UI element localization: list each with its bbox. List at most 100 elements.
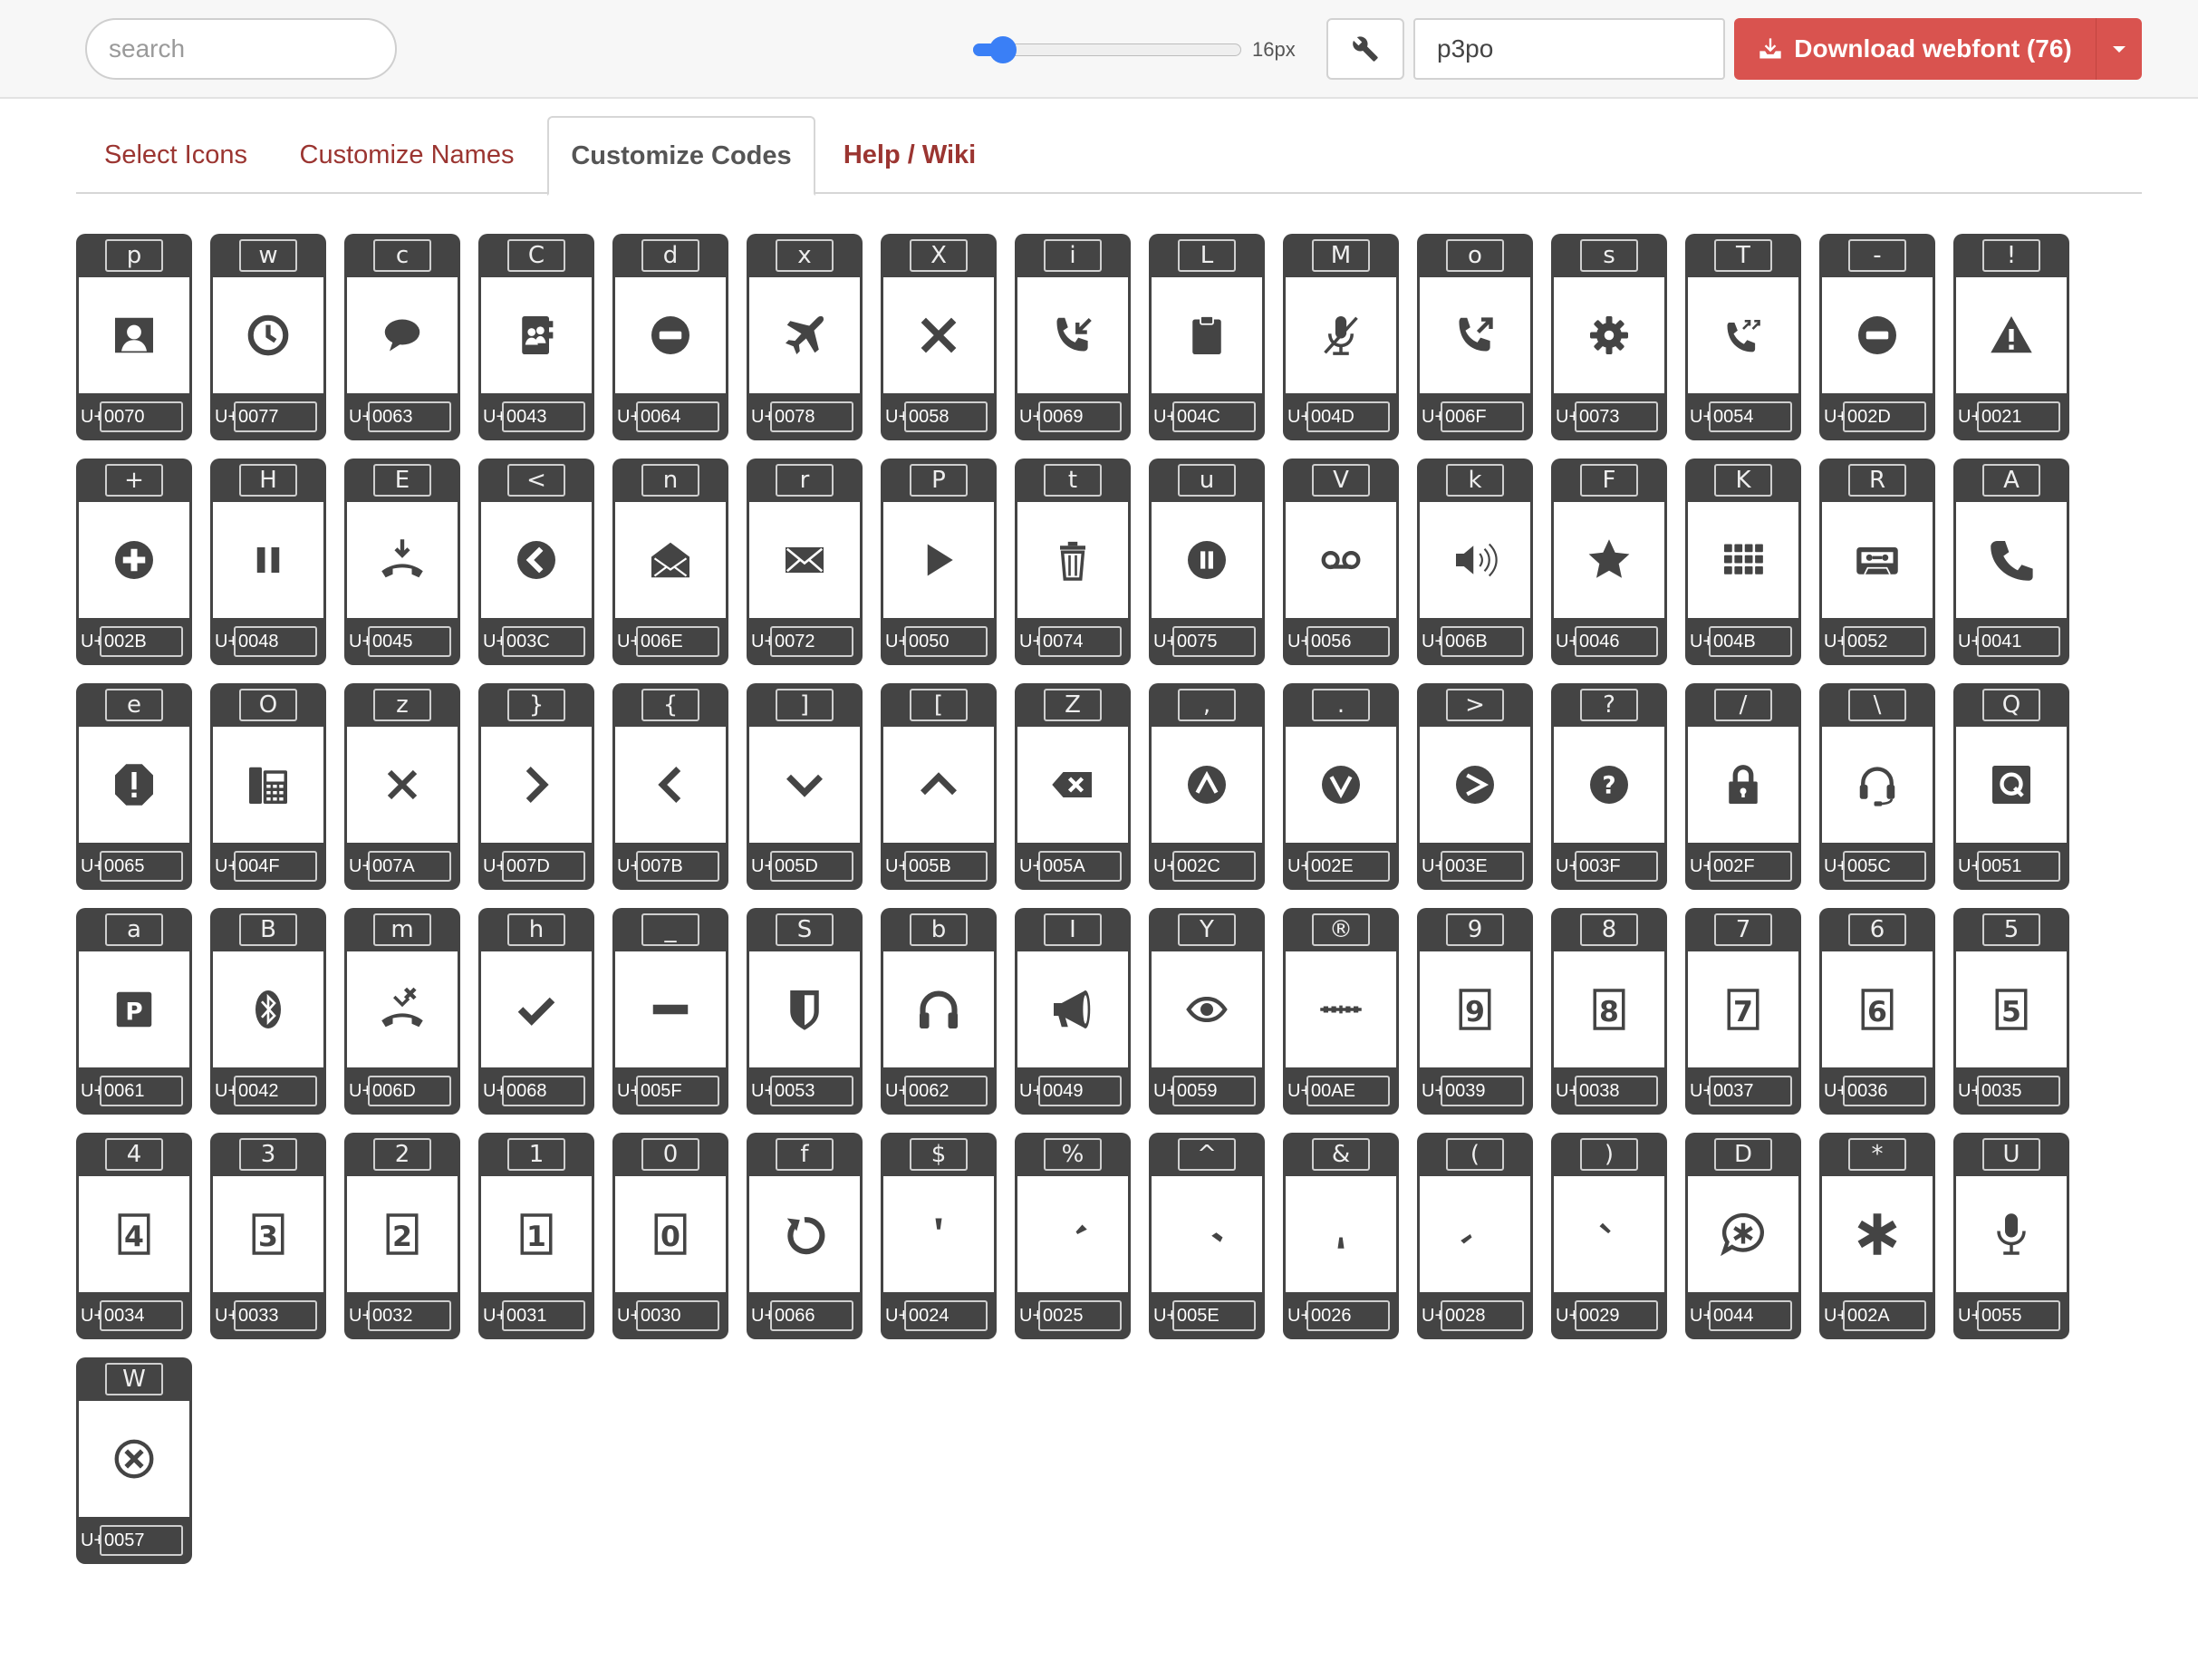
unicode-code-field[interactable]: 0046 — [1575, 626, 1658, 657]
unicode-code-field[interactable]: 003E — [1441, 851, 1524, 882]
unicode-code-field[interactable]: 005B — [904, 851, 988, 882]
unicode-code-field[interactable]: 0073 — [1575, 401, 1658, 432]
key-character-field[interactable]: [ — [910, 689, 968, 721]
unicode-code-field[interactable]: 005A — [1038, 851, 1122, 882]
slider-thumb[interactable] — [988, 36, 1017, 63]
key-character-field[interactable]: x — [776, 239, 834, 272]
key-character-field[interactable]: I — [1044, 913, 1102, 946]
unicode-code-field[interactable]: 0042 — [234, 1076, 317, 1106]
unicode-code-field[interactable]: 0050 — [904, 626, 988, 657]
download-webfont-button[interactable]: Download webfont (76) — [1734, 18, 2097, 80]
unicode-code-field[interactable]: 0026 — [1306, 1300, 1390, 1331]
key-character-field[interactable]: } — [507, 689, 565, 721]
download-options-dropdown[interactable] — [2097, 18, 2142, 80]
tab-customize-codes[interactable]: Customize Codes — [547, 116, 815, 196]
key-character-field[interactable]: 8 — [1580, 913, 1638, 946]
unicode-code-field[interactable]: 0029 — [1575, 1300, 1658, 1331]
unicode-code-field[interactable]: 0049 — [1038, 1076, 1122, 1106]
key-character-field[interactable]: $ — [910, 1138, 968, 1171]
unicode-code-field[interactable]: 0077 — [234, 401, 317, 432]
key-character-field[interactable]: 5 — [1982, 913, 2040, 946]
unicode-code-field[interactable]: 002B — [100, 626, 183, 657]
key-character-field[interactable]: T — [1714, 239, 1772, 272]
key-character-field[interactable]: / — [1714, 689, 1772, 721]
unicode-code-field[interactable]: 0070 — [100, 401, 183, 432]
key-character-field[interactable]: & — [1312, 1138, 1370, 1171]
unicode-code-field[interactable]: 0045 — [368, 626, 451, 657]
unicode-code-field[interactable]: 0033 — [234, 1300, 317, 1331]
unicode-code-field[interactable]: 0028 — [1441, 1300, 1524, 1331]
unicode-code-field[interactable]: 0064 — [636, 401, 719, 432]
key-character-field[interactable]: A — [1982, 464, 2040, 497]
key-character-field[interactable]: ) — [1580, 1138, 1638, 1171]
unicode-code-field[interactable]: 0055 — [1977, 1300, 2060, 1331]
key-character-field[interactable]: c — [373, 239, 431, 272]
key-character-field[interactable]: % — [1044, 1138, 1102, 1171]
key-character-field[interactable]: Z — [1044, 689, 1102, 721]
unicode-code-field[interactable]: 0037 — [1709, 1076, 1792, 1106]
unicode-code-field[interactable]: 0041 — [1977, 626, 2060, 657]
key-character-field[interactable]: r — [776, 464, 834, 497]
unicode-code-field[interactable]: 0034 — [100, 1300, 183, 1331]
key-character-field[interactable]: H — [239, 464, 297, 497]
unicode-code-field[interactable]: 0031 — [502, 1300, 585, 1331]
key-character-field[interactable]: X — [910, 239, 968, 272]
key-character-field[interactable]: m — [373, 913, 431, 946]
unicode-code-field[interactable]: 005D — [770, 851, 853, 882]
unicode-code-field[interactable]: 0043 — [502, 401, 585, 432]
key-character-field[interactable]: V — [1312, 464, 1370, 497]
key-character-field[interactable]: 4 — [105, 1138, 163, 1171]
unicode-code-field[interactable]: 006F — [1441, 401, 1524, 432]
key-character-field[interactable]: - — [1848, 239, 1906, 272]
unicode-code-field[interactable]: 003C — [502, 626, 585, 657]
key-character-field[interactable]: > — [1446, 689, 1504, 721]
unicode-code-field[interactable]: 007A — [368, 851, 451, 882]
unicode-code-field[interactable]: 0072 — [770, 626, 853, 657]
unicode-code-field[interactable]: 006B — [1441, 626, 1524, 657]
search-input[interactable] — [85, 18, 397, 80]
unicode-code-field[interactable]: 003F — [1575, 851, 1658, 882]
key-character-field[interactable]: p — [105, 239, 163, 272]
tab-help-wiki[interactable]: Help / Wiki — [828, 116, 991, 194]
unicode-code-field[interactable]: 005C — [1843, 851, 1926, 882]
settings-button[interactable] — [1326, 18, 1404, 80]
key-character-field[interactable]: W — [105, 1363, 163, 1395]
unicode-code-field[interactable]: 0053 — [770, 1076, 853, 1106]
key-character-field[interactable]: f — [776, 1138, 834, 1171]
unicode-code-field[interactable]: 0024 — [904, 1300, 988, 1331]
unicode-code-field[interactable]: 0065 — [100, 851, 183, 882]
unicode-code-field[interactable]: 005F — [636, 1076, 719, 1106]
unicode-code-field[interactable]: 0030 — [636, 1300, 719, 1331]
key-character-field[interactable]: _ — [641, 913, 699, 946]
key-character-field[interactable]: w — [239, 239, 297, 272]
key-character-field[interactable]: 6 — [1848, 913, 1906, 946]
unicode-code-field[interactable]: 0039 — [1441, 1076, 1524, 1106]
unicode-code-field[interactable]: 004C — [1172, 401, 1256, 432]
key-character-field[interactable]: s — [1580, 239, 1638, 272]
key-character-field[interactable]: L — [1178, 239, 1236, 272]
unicode-code-field[interactable]: 007B — [636, 851, 719, 882]
unicode-code-field[interactable]: 004D — [1306, 401, 1390, 432]
unicode-code-field[interactable]: 0061 — [100, 1076, 183, 1106]
key-character-field[interactable]: ^ — [1178, 1138, 1236, 1171]
key-character-field[interactable]: R — [1848, 464, 1906, 497]
unicode-code-field[interactable]: 0038 — [1575, 1076, 1658, 1106]
key-character-field[interactable]: Y — [1178, 913, 1236, 946]
unicode-code-field[interactable]: 005E — [1172, 1300, 1256, 1331]
unicode-code-field[interactable]: 0025 — [1038, 1300, 1122, 1331]
key-character-field[interactable]: 2 — [373, 1138, 431, 1171]
key-character-field[interactable]: . — [1312, 689, 1370, 721]
unicode-code-field[interactable]: 004B — [1709, 626, 1792, 657]
unicode-code-field[interactable]: 0032 — [368, 1300, 451, 1331]
key-character-field[interactable]: O — [239, 689, 297, 721]
key-character-field[interactable]: < — [507, 464, 565, 497]
unicode-code-field[interactable]: 00AE — [1306, 1076, 1390, 1106]
unicode-code-field[interactable]: 0068 — [502, 1076, 585, 1106]
font-prefix-input[interactable] — [1413, 18, 1725, 80]
key-character-field[interactable]: + — [105, 464, 163, 497]
unicode-code-field[interactable]: 002F — [1709, 851, 1792, 882]
unicode-code-field[interactable]: 0063 — [368, 401, 451, 432]
key-character-field[interactable]: 9 — [1446, 913, 1504, 946]
key-character-field[interactable]: i — [1044, 239, 1102, 272]
key-character-field[interactable]: 3 — [239, 1138, 297, 1171]
